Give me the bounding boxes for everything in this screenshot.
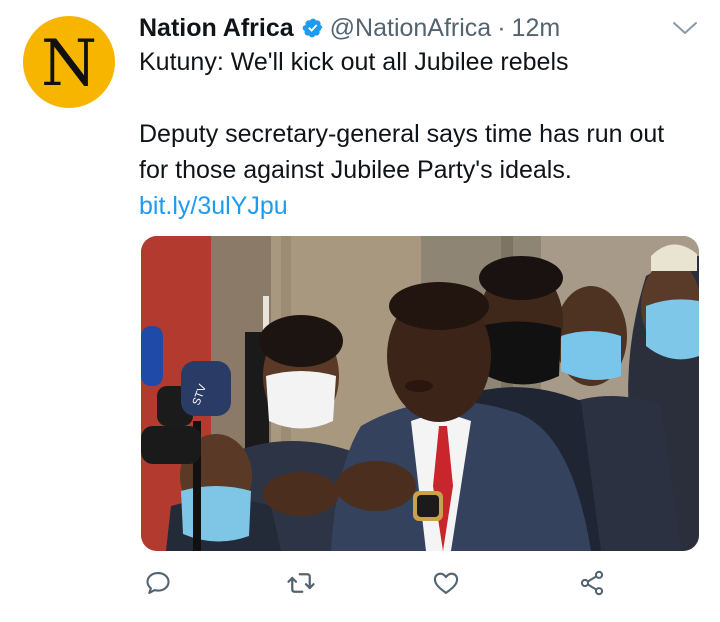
verified-badge-icon [302, 17, 324, 39]
separator: · [497, 13, 506, 42]
chevron-down-icon[interactable] [672, 20, 698, 36]
reply-icon[interactable] [141, 566, 175, 600]
heart-icon[interactable] [429, 566, 463, 600]
tweet-text: Kutuny: We'll kick out all Jubilee rebel… [139, 44, 699, 224]
tweet-header: Nation Africa @NationAfrica · 12m [139, 10, 696, 46]
tweet-photo[interactable]: STV [141, 236, 699, 551]
retweet-icon[interactable] [284, 566, 318, 600]
share-icon[interactable] [575, 566, 609, 600]
avatar[interactable]: N [23, 16, 115, 108]
handle[interactable]: @NationAfrica [330, 14, 492, 43]
display-name[interactable]: Nation Africa [139, 14, 294, 43]
avatar-letter: N [41, 27, 97, 101]
tweet-link[interactable]: bit.ly/3ulYJpu [139, 192, 288, 220]
timestamp[interactable]: 12m [512, 14, 561, 43]
tweet-body: Deputy secretary-general says time has r… [139, 120, 665, 184]
tweet-actions [139, 566, 609, 606]
tweet-headline: Kutuny: We'll kick out all Jubilee rebel… [139, 48, 569, 76]
